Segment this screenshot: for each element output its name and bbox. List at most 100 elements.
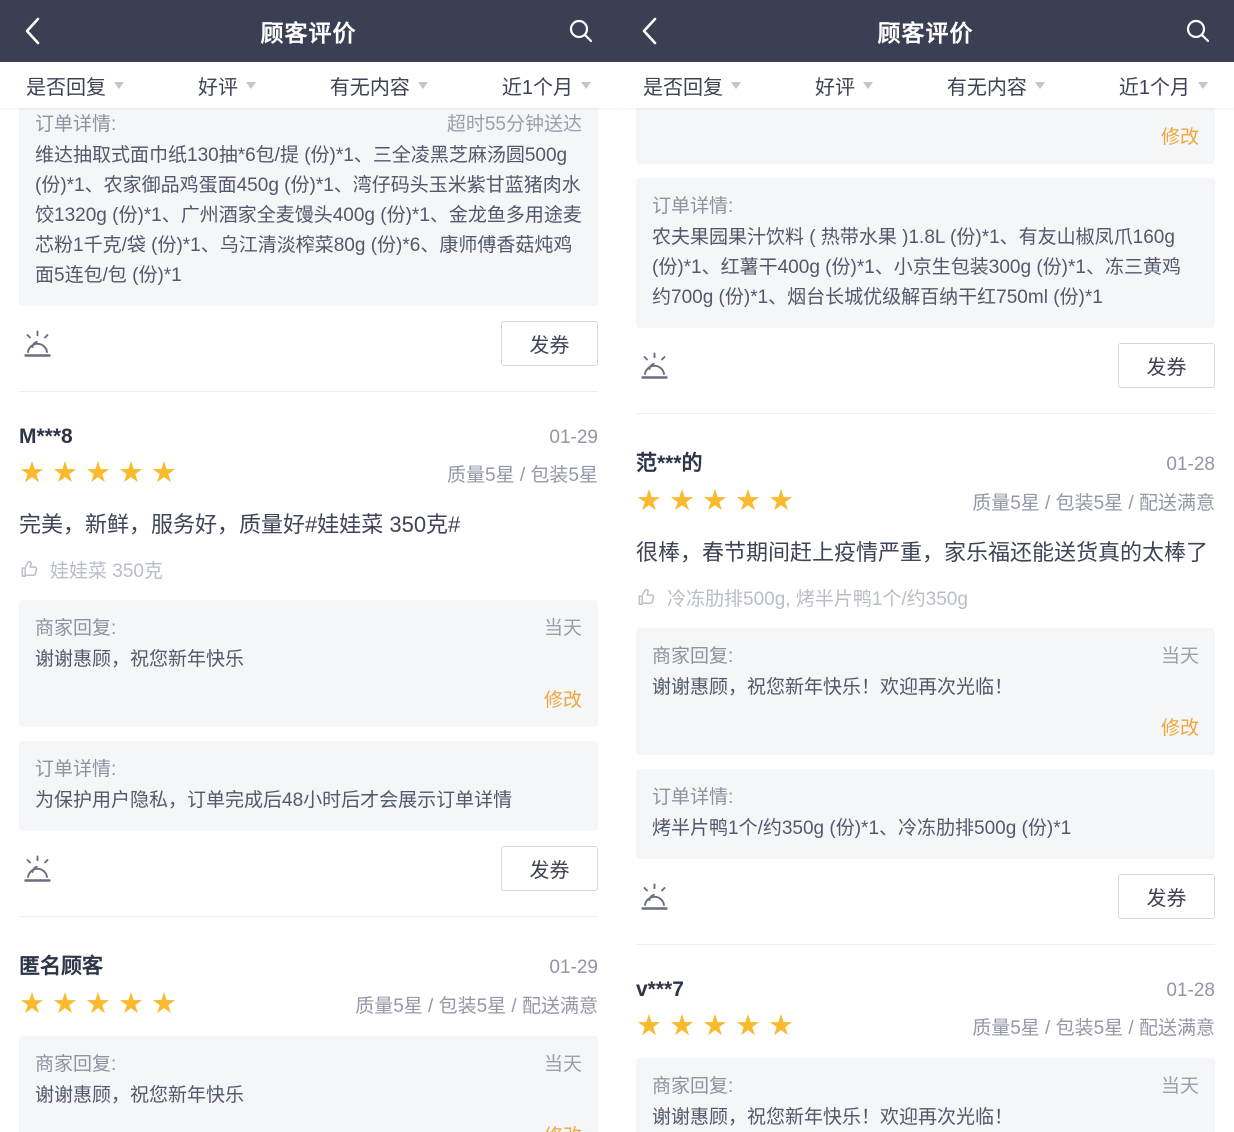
reply-text: 谢谢惠顾，祝您新年快乐！欢迎再次光临！ xyxy=(652,1103,1199,1132)
search-button[interactable] xyxy=(1184,17,1212,45)
order-items-text: 农夫果园果汁饮料 ( 热带水果 )1.8L (份)*1、有友山椒凤爪160g (… xyxy=(652,223,1199,313)
edit-reply-link[interactable]: 修改 xyxy=(35,1121,582,1132)
filter-bar: 是否回复 好评 有无内容 近1个月 xyxy=(617,62,1234,108)
search-icon xyxy=(567,17,595,45)
chevron-left-icon xyxy=(639,14,661,48)
chevron-down-icon xyxy=(731,82,741,94)
siren-icon[interactable] xyxy=(19,327,55,360)
rating-row: ★★★★★ 质量5星 / 包装5星 / 配送满意 xyxy=(636,487,1215,516)
issue-coupon-button[interactable]: 发券 xyxy=(1118,343,1215,388)
star-rating: ★★★★★ xyxy=(19,990,184,1019)
star-rating: ★★★★★ xyxy=(636,487,801,516)
review-text: 很棒，春节期间赶上疫情严重，家乐福还能送货真的太棒了 xyxy=(636,536,1215,569)
review-text: 完美，新鲜，服务好，质量好#娃娃菜 350克# xyxy=(19,508,598,541)
chevron-down-icon xyxy=(114,82,124,94)
reply-label: 商家回复: xyxy=(35,1049,116,1076)
filter-rating-type[interactable]: 好评 xyxy=(815,71,873,100)
product-tag-text: 冷冻肋排500g, 烤半片鸭1个/约350g xyxy=(667,584,968,611)
screen-right: 顾客评价 是否回复 好评 有无内容 近1个月 修改 订单详情: 农夫果园果汁饮料… xyxy=(617,0,1234,1132)
reply-time-badge: 当天 xyxy=(544,1049,582,1076)
rating-row: ★★★★★ 质量5星 / 包装5星 xyxy=(19,459,598,488)
review-list: 修改 订单详情: 农夫果园果汁饮料 ( 热带水果 )1.8L (份)*1、有友山… xyxy=(617,108,1234,1132)
reviewer-name: 范***的 xyxy=(636,447,703,477)
siren-icon[interactable] xyxy=(636,349,672,382)
review-date: 01-28 xyxy=(1166,454,1215,476)
review-header: v***7 01-28 xyxy=(636,978,1215,1002)
chevron-down-icon xyxy=(418,82,428,94)
order-items-text: 维达抽取式面巾纸130抽*6包/提 (份)*1、三全凌黑芝麻汤圆500g (份)… xyxy=(35,141,582,291)
product-tag: 冷冻肋排500g, 烤半片鸭1个/约350g xyxy=(636,584,1215,611)
order-detail-card: 订单详情: 为保护用户隐私，订单完成后48小时后才会展示订单详情 xyxy=(19,741,598,831)
filter-time-range[interactable]: 近1个月 xyxy=(502,71,591,100)
search-button[interactable] xyxy=(567,17,595,45)
filter-reply-status[interactable]: 是否回复 xyxy=(643,71,741,100)
issue-coupon-button[interactable]: 发券 xyxy=(1118,874,1215,919)
order-detail-label: 订单详情: xyxy=(35,754,116,781)
order-items-text: 烤半片鸭1个/约350g (份)*1、冷冻肋排500g (份)*1 xyxy=(652,814,1199,844)
filter-reply-status[interactable]: 是否回复 xyxy=(26,71,124,100)
reviewer-name: v***7 xyxy=(636,978,684,1002)
app-bar: 顾客评价 xyxy=(617,0,1234,62)
divider xyxy=(636,944,1215,945)
rating-summary: 质量5星 / 包装5星 / 配送满意 xyxy=(355,991,598,1018)
coupon-row: 发券 xyxy=(19,321,598,366)
order-detail-card: 订单详情: 超时55分钟送达 维达抽取式面巾纸130抽*6包/提 (份)*1、三… xyxy=(19,108,598,306)
siren-icon[interactable] xyxy=(636,880,672,913)
order-detail-label: 订单详情: xyxy=(652,191,733,218)
rating-summary: 质量5星 / 包装5星 / 配送满意 xyxy=(972,1013,1215,1040)
filter-rating-type[interactable]: 好评 xyxy=(198,71,256,100)
star-rating: ★★★★★ xyxy=(19,459,184,488)
reply-time-badge: 当天 xyxy=(1161,1071,1199,1098)
reply-text: 谢谢惠顾，祝您新年快乐！欢迎再次光临！ xyxy=(652,673,1199,703)
screen-left: 顾客评价 是否回复 好评 有无内容 近1个月 订单详情: 超时55分钟送达 维达… xyxy=(0,0,617,1132)
edit-reply-link[interactable]: 修改 xyxy=(652,122,1199,149)
page-title: 顾客评价 xyxy=(0,14,617,48)
thumbs-up-icon xyxy=(636,587,657,608)
coupon-row: 发券 xyxy=(19,846,598,891)
review-date: 01-28 xyxy=(1166,980,1215,1002)
product-tag-text: 娃娃菜 350克 xyxy=(50,556,163,583)
issue-coupon-button[interactable]: 发券 xyxy=(501,846,598,891)
search-icon xyxy=(1184,17,1212,45)
rating-summary: 质量5星 / 包装5星 / 配送满意 xyxy=(972,488,1215,515)
reply-label: 商家回复: xyxy=(652,641,733,668)
thumbs-up-icon xyxy=(19,559,40,580)
merchant-reply-card: 商家回复: 当天 谢谢惠顾，祝您新年快乐！欢迎再次光临！ 修改 xyxy=(636,628,1215,755)
reviewer-name: M***8 xyxy=(19,425,73,449)
reply-text: 谢谢惠顾，祝您新年快乐 xyxy=(35,645,582,675)
filter-has-content[interactable]: 有无内容 xyxy=(947,71,1045,100)
filter-has-content[interactable]: 有无内容 xyxy=(330,71,428,100)
app-bar: 顾客评价 xyxy=(0,0,617,62)
back-button[interactable] xyxy=(22,14,44,48)
order-items-text: 为保护用户隐私，订单完成后48小时后才会展示订单详情 xyxy=(35,786,582,816)
review-header: 范***的 01-28 xyxy=(636,447,1215,477)
order-detail-label: 订单详情: xyxy=(35,109,116,136)
chevron-down-icon xyxy=(1198,82,1208,94)
reviewer-name: 匿名顾客 xyxy=(19,950,103,980)
coupon-row: 发券 xyxy=(636,874,1215,919)
back-button[interactable] xyxy=(639,14,661,48)
product-tag: 娃娃菜 350克 xyxy=(19,556,598,583)
chevron-down-icon xyxy=(246,82,256,94)
review-date: 01-29 xyxy=(549,957,598,979)
review-header: M***8 01-29 xyxy=(19,425,598,449)
edit-reply-link[interactable]: 修改 xyxy=(652,713,1199,740)
merchant-reply-card: 商家回复: 当天 谢谢惠顾，祝您新年快乐！欢迎再次光临！ 修改 xyxy=(636,1058,1215,1132)
edit-reply-link[interactable]: 修改 xyxy=(35,685,582,712)
rating-row: ★★★★★ 质量5星 / 包装5星 / 配送满意 xyxy=(636,1012,1215,1041)
review-date: 01-29 xyxy=(549,427,598,449)
reply-label: 商家回复: xyxy=(652,1071,733,1098)
divider xyxy=(19,391,598,392)
merchant-reply-card: 修改 xyxy=(636,108,1215,164)
issue-coupon-button[interactable]: 发券 xyxy=(501,321,598,366)
star-rating: ★★★★★ xyxy=(636,1012,801,1041)
siren-icon[interactable] xyxy=(19,852,55,885)
rating-row: ★★★★★ 质量5星 / 包装5星 / 配送满意 xyxy=(19,990,598,1019)
divider xyxy=(636,413,1215,414)
order-detail-card: 订单详情: 农夫果园果汁饮料 ( 热带水果 )1.8L (份)*1、有友山椒凤爪… xyxy=(636,178,1215,328)
divider xyxy=(19,916,598,917)
filter-time-range[interactable]: 近1个月 xyxy=(1119,71,1208,100)
chevron-down-icon xyxy=(1035,82,1045,94)
reply-text: 谢谢惠顾，祝您新年快乐 xyxy=(35,1081,582,1111)
coupon-row: 发券 xyxy=(636,343,1215,388)
